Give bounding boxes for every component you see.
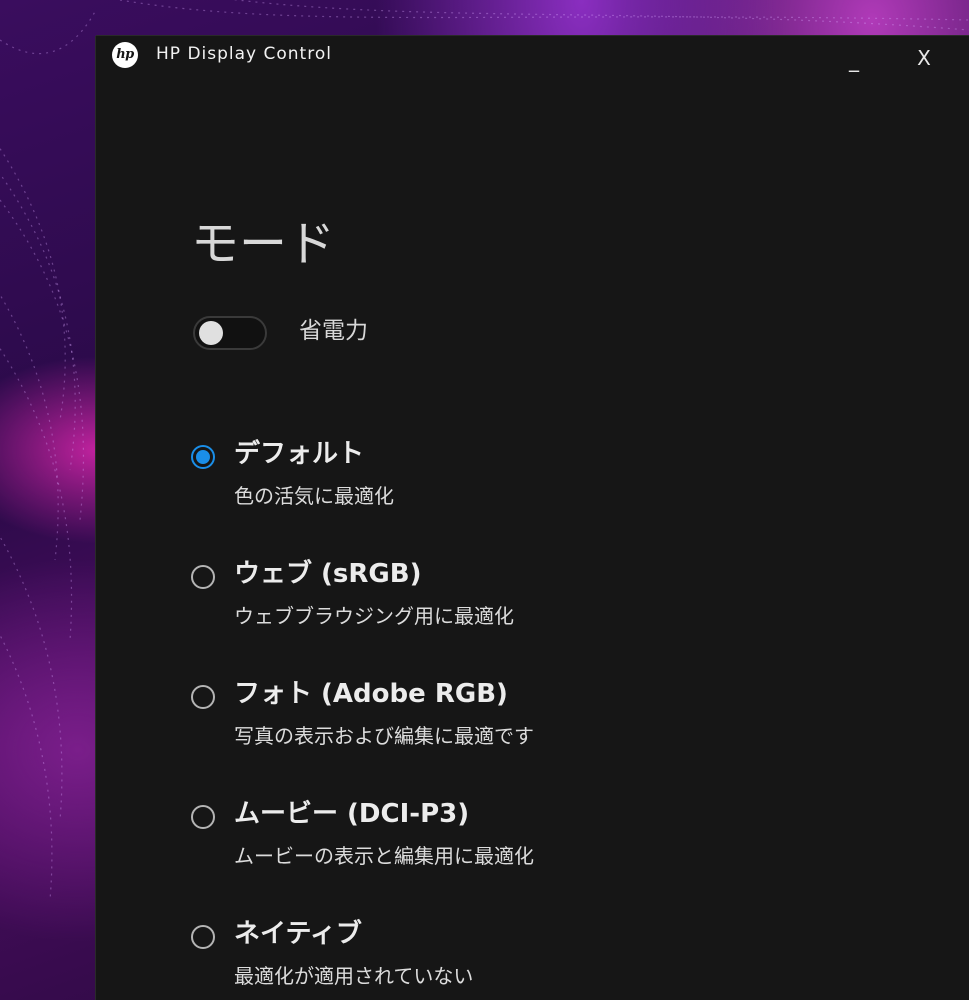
mode-description: 写真の表示および編集に最適です bbox=[234, 724, 534, 748]
mode-option-photo-adobe-rgb[interactable]: フォト (Adobe RGB) 写真の表示および編集に最適です bbox=[191, 679, 791, 762]
radio-button[interactable] bbox=[191, 565, 215, 589]
mode-option-default[interactable]: デフォルト 色の活気に最適化 bbox=[191, 439, 791, 522]
minimize-button[interactable]: _ bbox=[829, 40, 879, 80]
title-bar[interactable]: hp HP Display Control _ X bbox=[96, 36, 969, 76]
mode-name: デフォルト bbox=[234, 439, 365, 469]
mode-option-native[interactable]: ネイティブ 最適化が適用されていない bbox=[191, 919, 791, 1000]
mode-name: フォト (Adobe RGB) bbox=[234, 679, 508, 709]
power-saving-toggle[interactable] bbox=[193, 316, 267, 350]
power-saving-label: 省電力 bbox=[299, 318, 368, 344]
mode-description: 最適化が適用されていない bbox=[234, 964, 474, 988]
app-window: hp HP Display Control _ X モード 省電力 デフォルト … bbox=[96, 36, 969, 1000]
mode-name: ウェブ (sRGB) bbox=[234, 559, 422, 589]
mode-description: ウェブブラウジング用に最適化 bbox=[234, 604, 514, 628]
mode-name: ムービー (DCI-P3) bbox=[234, 799, 470, 829]
app-title: HP Display Control bbox=[156, 44, 332, 64]
mode-description: 色の活気に最適化 bbox=[234, 484, 394, 508]
radio-button[interactable] bbox=[191, 805, 215, 829]
mode-option-web-srgb[interactable]: ウェブ (sRGB) ウェブブラウジング用に最適化 bbox=[191, 559, 791, 642]
toggle-knob bbox=[199, 321, 223, 345]
mode-option-movie-dci-p3[interactable]: ムービー (DCI-P3) ムービーの表示と編集用に最適化 bbox=[191, 799, 791, 882]
radio-button[interactable] bbox=[191, 925, 215, 949]
close-button[interactable]: X bbox=[899, 38, 949, 78]
radio-button-selected[interactable] bbox=[191, 445, 215, 469]
mode-name: ネイティブ bbox=[234, 919, 362, 949]
mode-description: ムービーの表示と編集用に最適化 bbox=[234, 844, 534, 868]
hp-logo-icon: hp bbox=[112, 42, 138, 68]
radio-button[interactable] bbox=[191, 685, 215, 709]
page-title: モード bbox=[191, 216, 336, 272]
power-saving-row: 省電力 bbox=[191, 314, 591, 354]
